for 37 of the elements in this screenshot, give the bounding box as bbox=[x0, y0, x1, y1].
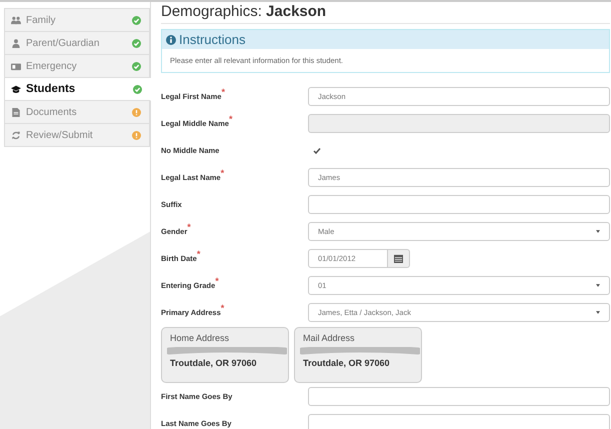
document-icon bbox=[11, 108, 21, 116]
required-mark: * bbox=[228, 114, 232, 124]
refresh-icon bbox=[11, 130, 21, 140]
address-card[interactable]: Mail Address Troutdale, OR 97060 bbox=[294, 327, 422, 383]
address-city: Troutdale, OR 97060 bbox=[303, 358, 391, 368]
caret-icon bbox=[596, 230, 600, 233]
person-icon bbox=[11, 38, 21, 48]
caret-icon bbox=[596, 311, 600, 314]
sidebar-item[interactable]: Documents bbox=[4, 101, 150, 124]
sidebar-item[interactable]: Family bbox=[4, 8, 150, 32]
address-city: Troutdale, OR 97060 bbox=[170, 358, 258, 368]
info-icon bbox=[166, 34, 176, 44]
required-mark: * bbox=[220, 303, 224, 313]
address-heading: Mail Address bbox=[303, 333, 356, 343]
address-card[interactable]: Home Address Troutdale, OR 97060 bbox=[161, 327, 289, 383]
required-mark: * bbox=[215, 276, 219, 286]
panel-heading: Instructions bbox=[179, 32, 246, 47]
checkbox[interactable] bbox=[312, 146, 321, 155]
people-icon bbox=[11, 16, 21, 24]
id-card-icon bbox=[11, 62, 21, 70]
sidebar-item[interactable]: Parent/Guardian bbox=[4, 32, 150, 55]
input-field[interactable] bbox=[308, 195, 610, 214]
required-mark: * bbox=[220, 168, 224, 178]
required-mark: * bbox=[187, 222, 191, 232]
caret-icon bbox=[596, 284, 600, 287]
input-field[interactable] bbox=[308, 414, 610, 429]
page-title: Demographics: Jackson bbox=[161, 3, 610, 24]
sidebar-item[interactable]: Emergency bbox=[4, 55, 150, 78]
graduation-cap-icon bbox=[11, 84, 21, 94]
required-mark: * bbox=[196, 249, 200, 259]
address-heading: Home Address bbox=[170, 333, 230, 343]
calendar-button[interactable] bbox=[388, 249, 410, 268]
required-mark: * bbox=[221, 87, 225, 97]
sidebar-item[interactable]: Review/Submit bbox=[4, 124, 150, 147]
input-field[interactable] bbox=[308, 387, 610, 406]
sidebar-item[interactable]: Students bbox=[4, 78, 151, 101]
calendar-icon bbox=[394, 254, 403, 263]
